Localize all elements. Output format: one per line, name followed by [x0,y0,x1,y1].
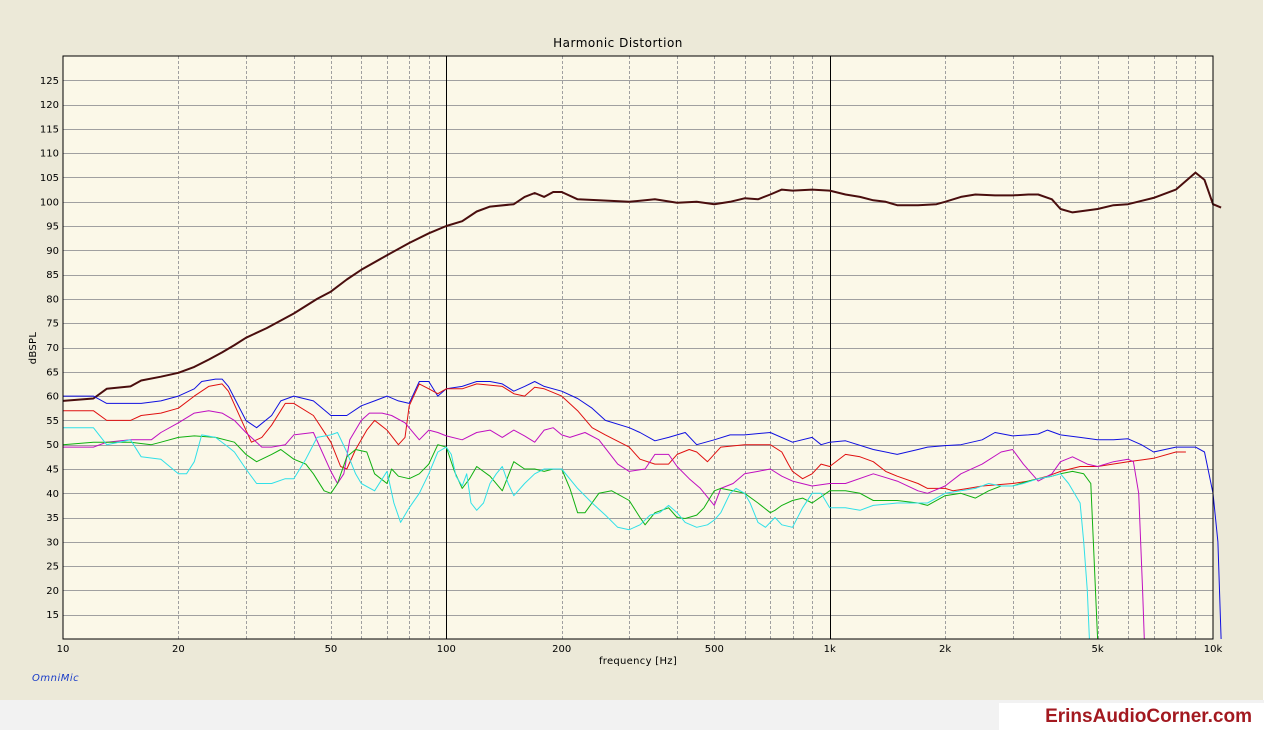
y-tick-label: 110 [40,149,59,160]
plot-area [63,56,1213,639]
harmonic-distortion-chart: Harmonic Distortion 15 20 25 30 35 40 45 50 55 60… [28,36,1223,667]
y-tick-label: 40 [46,489,59,500]
y-tick-label: 55 [46,416,59,427]
x-tick-label: 20 [172,644,185,655]
x-tick-label: 1k [824,644,836,655]
x-tick-label: 200 [552,644,571,655]
y-tick-label: 100 [40,197,59,208]
chart-title: Harmonic Distortion [553,36,683,50]
x-tick-label: 5k [1092,644,1104,655]
x-tick-label: 10k [1204,644,1223,655]
x-tick-label: 10 [57,644,70,655]
y-axis-label: dBSPL [28,332,39,365]
y-tick-label: 20 [46,586,59,597]
x-axis-label: frequency [Hz] [599,656,677,667]
y-tick-label: 80 [46,294,59,305]
y-tick-label: 90 [46,246,59,257]
y-tick-label: 120 [40,100,59,111]
x-tick-label: 2k [939,644,951,655]
watermark: ErinsAudioCorner.com [999,703,1264,730]
y-tick-label: 125 [40,76,59,87]
y-tick-label: 60 [46,392,59,403]
y-tick-label: 65 [46,367,59,378]
y-tick-label: 35 [46,513,59,524]
x-tick-label: 50 [325,644,338,655]
y-tick-label: 95 [46,222,59,233]
y-tick-label: 25 [46,562,59,573]
y-tick-labels: 15 20 25 30 35 40 45 50 55 60 65 70 75 80 85 90 95 100 105… [40,76,59,621]
y-tick-label: 115 [40,124,59,135]
y-tick-label: 85 [46,270,59,281]
y-tick-label: 50 [46,440,59,451]
x-tick-labels: 10 20 50 100 200 500 1k 2k 5k 10k [57,644,1223,655]
y-tick-label: 70 [46,343,59,354]
x-tick-label: 100 [437,644,456,655]
y-tick-label: 105 [40,173,59,184]
x-tick-label: 500 [705,644,724,655]
y-tick-label: 15 [46,610,59,621]
y-tick-label: 75 [46,319,59,330]
app-name-label: OmniMic [32,673,80,684]
y-tick-label: 30 [46,537,59,548]
app-window: Harmonic Distortion 15 20 25 30 35 40 45 50 55 60… [0,0,1264,700]
y-tick-label: 45 [46,464,59,475]
